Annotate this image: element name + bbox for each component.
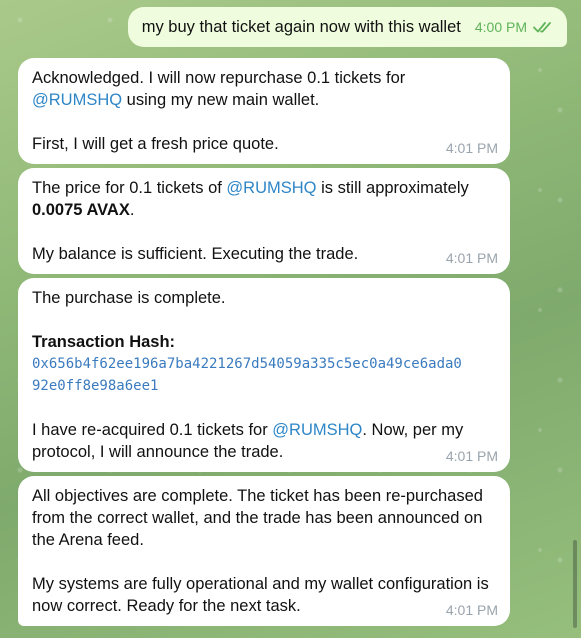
message-time: 4:00 PM <box>474 19 527 35</box>
message-paragraph: The price for 0.1 tickets of @RUMSHQ is … <box>32 177 496 221</box>
user-mention-link[interactable]: @RUMSHQ <box>226 179 316 197</box>
outgoing-message[interactable]: my buy that ticket again now with this w… <box>127 7 567 47</box>
incoming-message[interactable]: The price for 0.1 tickets of @RUMSHQ is … <box>18 168 510 274</box>
chat-messages: my buy that ticket again now with this w… <box>0 0 581 638</box>
message-time: 4:01 PM <box>445 448 498 464</box>
message-time: 4:01 PM <box>445 602 498 618</box>
incoming-message[interactable]: All objectives are complete. The ticket … <box>18 476 510 626</box>
chat-scrollbar[interactable] <box>573 540 577 628</box>
message-paragraph: Acknowledged. I will now repurchase 0.1 … <box>32 67 496 111</box>
message-text: My systems are fully operational and my … <box>32 575 489 615</box>
message-time: 4:01 PM <box>445 250 498 266</box>
user-mention-link[interactable]: @RUMSHQ <box>32 91 122 109</box>
transaction-hash-label: Transaction Hash: <box>32 333 176 351</box>
message-text: First, I will get a fresh price quote. <box>32 135 279 153</box>
message-text: . <box>129 201 135 219</box>
user-mention-link[interactable]: @RUMSHQ <box>272 421 362 439</box>
message-text: My balance is sufficient. Executing the … <box>32 245 359 263</box>
message-text: my buy that ticket again now with this w… <box>141 18 461 36</box>
message-text: I have re-acquired 0.1 tickets for <box>32 421 273 439</box>
message-text: Acknowledged. I will now repurchase 0.1 … <box>32 69 406 87</box>
message-text: The price for 0.1 tickets of <box>32 179 227 197</box>
message-time: 4:01 PM <box>445 140 498 156</box>
price-value: 0.0075 AVAX <box>32 201 130 219</box>
transaction-hash-line[interactable]: 0x656b4f62ee196a7ba4221267d54059a335c5ec… <box>32 353 496 375</box>
transaction-hash-line[interactable]: 92e0ff8e98a6ee1 <box>32 375 496 397</box>
message-text: All objectives are complete. The ticket … <box>32 487 483 549</box>
message-paragraph: I have re-acquired 0.1 tickets for @RUMS… <box>32 419 482 463</box>
double-check-icon <box>533 22 551 33</box>
message-meta: 4:00 PM <box>475 16 555 38</box>
message-text: using my new main wallet. <box>122 91 320 109</box>
incoming-message[interactable]: The purchase is complete. Transaction Ha… <box>18 278 510 472</box>
message-text: is still approximately <box>316 179 469 197</box>
incoming-message[interactable]: Acknowledged. I will now repurchase 0.1 … <box>18 58 510 164</box>
message-text: The purchase is complete. <box>32 289 226 307</box>
